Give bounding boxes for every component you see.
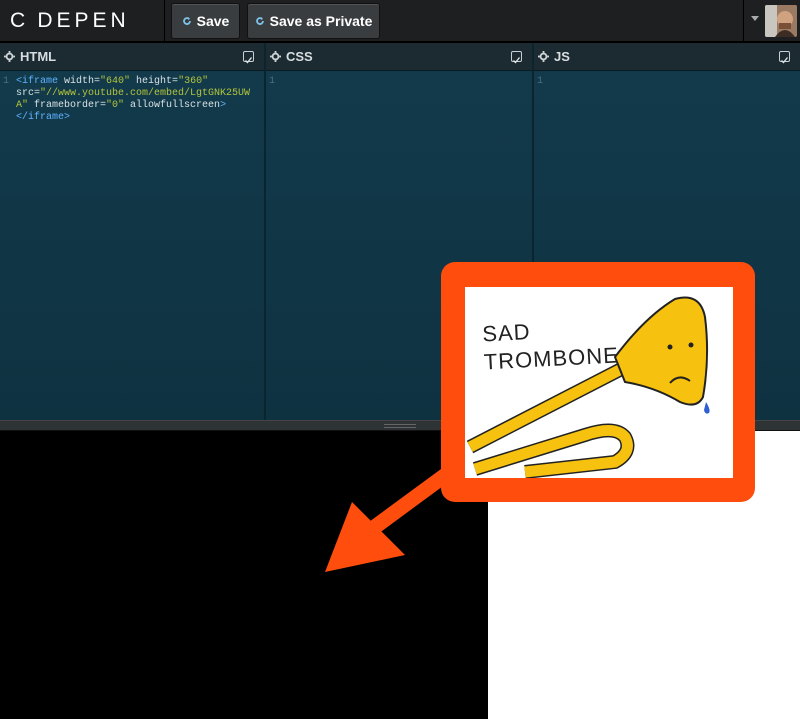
- checkbox-icon[interactable]: [779, 51, 790, 64]
- code-token: width=: [58, 76, 101, 87]
- codepen-logo[interactable]: C DEPEN: [10, 8, 130, 34]
- header-divider: [164, 0, 165, 42]
- code-token: frameborder=: [28, 100, 107, 111]
- html-code[interactable]: <iframe width="640" height="360" src="//w…: [16, 76, 261, 124]
- header-divider: [743, 0, 744, 42]
- save-private-label: Save as Private: [269, 13, 373, 29]
- editor-title: JS: [554, 49, 570, 64]
- user-avatar-icon: [765, 5, 797, 37]
- code-token: </iframe>: [16, 112, 71, 123]
- code-token: "360": [178, 76, 209, 87]
- checkbox-icon[interactable]: [243, 51, 254, 64]
- code-token: height=: [130, 76, 179, 87]
- gear-icon[interactable]: [538, 51, 549, 62]
- refresh-icon: [182, 17, 191, 25]
- code-token: >: [220, 100, 227, 111]
- editor-title: HTML: [20, 49, 57, 64]
- editor-title: CSS: [286, 49, 313, 64]
- checkbox-icon[interactable]: [511, 51, 522, 64]
- code-token: src=: [16, 88, 41, 99]
- sad-trombone-image: SAD TROMBONE: [465, 287, 733, 478]
- save-as-private-button[interactable]: Save as Private: [247, 3, 380, 39]
- top-bar: C DEPEN Save Save as Private: [0, 0, 800, 42]
- gear-icon[interactable]: [4, 51, 15, 62]
- code-token: allowfullscreen: [124, 100, 221, 111]
- line-number: 1: [269, 76, 276, 87]
- line-number: 1: [3, 76, 10, 87]
- code-token: <iframe: [16, 76, 59, 87]
- embedded-video[interactable]: [0, 431, 488, 719]
- save-label: Save: [196, 13, 230, 29]
- editor-header: CSS: [266, 43, 532, 71]
- code-token: "0": [106, 100, 125, 111]
- editor-header: JS: [534, 43, 800, 71]
- grip-icon: [384, 424, 416, 428]
- chevron-down-icon[interactable]: [751, 16, 759, 21]
- sad-trombone-caption: SAD TROMBONE: [482, 314, 620, 377]
- sad-trombone-callout: SAD TROMBONE: [441, 262, 755, 502]
- code-token: "640": [100, 76, 131, 87]
- avatar[interactable]: [765, 5, 797, 37]
- editor-header: HTML: [0, 43, 264, 71]
- gear-icon[interactable]: [270, 51, 281, 62]
- save-button[interactable]: Save: [171, 3, 240, 39]
- line-number: 1: [537, 76, 544, 87]
- code-area[interactable]: 1 <iframe width="640" height="360" src="/…: [0, 72, 264, 420]
- refresh-icon: [255, 17, 264, 25]
- html-editor: HTML 1 <iframe width="640" height="360" s…: [0, 43, 264, 420]
- logo-text: C DEPEN: [10, 9, 130, 32]
